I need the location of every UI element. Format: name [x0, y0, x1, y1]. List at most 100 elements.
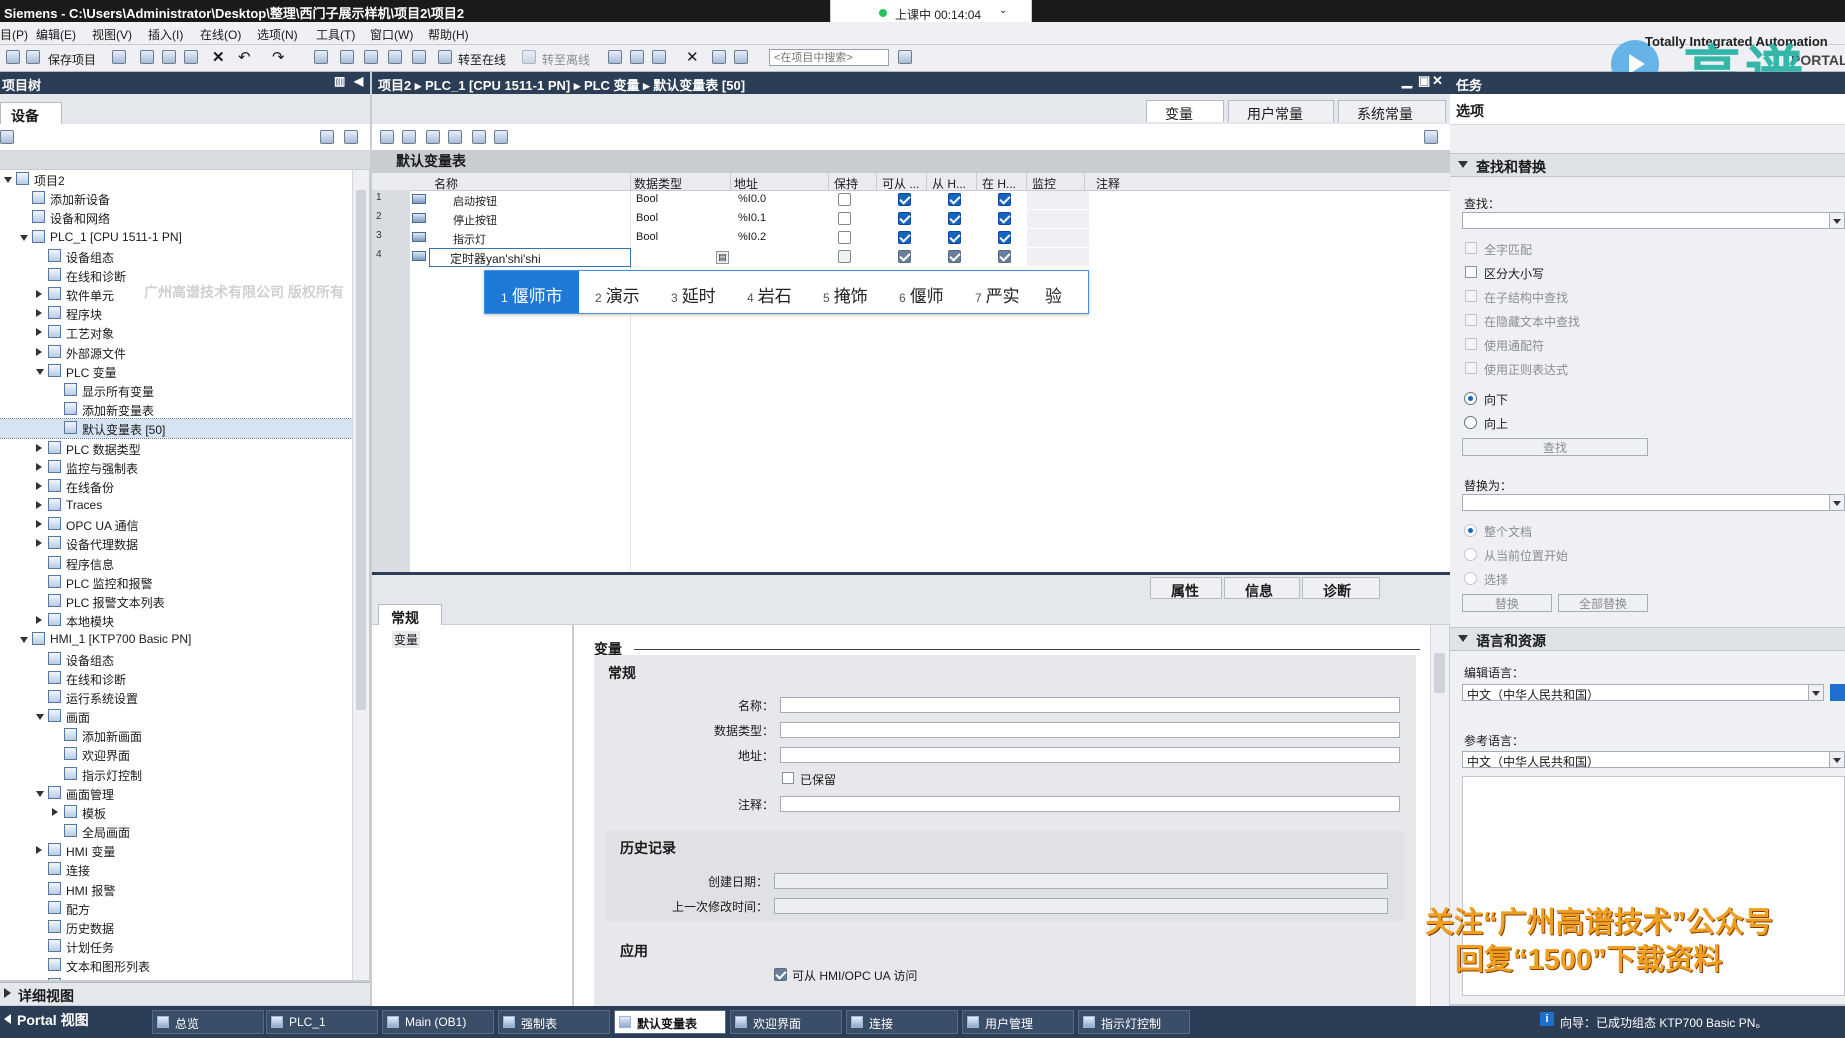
tree-item[interactable]: 显示所有变量 — [0, 381, 352, 400]
split-vertical-icon[interactable] — [734, 50, 748, 64]
upload-icon[interactable] — [364, 50, 378, 64]
monitor-all-icon[interactable] — [472, 130, 486, 144]
collapsed-arrow-icon[interactable] — [36, 846, 42, 855]
taskbar-item[interactable]: PLC_1 — [266, 1010, 378, 1034]
menu-options[interactable]: 选项(N) — [257, 26, 298, 43]
tab-system-constants[interactable]: 系统常量 — [1338, 100, 1446, 122]
row-number[interactable]: 3 — [376, 230, 382, 241]
find-input[interactable] — [1462, 212, 1845, 229]
col-retain[interactable]: 保持 — [834, 175, 858, 192]
col-writable[interactable]: 从 H... — [932, 175, 966, 192]
tree-item[interactable]: 设备和网络 — [0, 208, 352, 227]
visible-checkbox[interactable] — [998, 250, 1011, 263]
new-project-icon[interactable] — [6, 50, 20, 64]
tree-item[interactable]: 指示灯控制 — [0, 765, 352, 784]
ime-candidate[interactable]: 7 严实 — [959, 271, 1035, 313]
tree-item[interactable]: HMI 报警 — [0, 880, 352, 899]
tree-item[interactable]: 模板 — [0, 803, 352, 822]
writable-checkbox[interactable] — [948, 193, 961, 206]
ref-language-dropdown-icon[interactable] — [1829, 752, 1844, 767]
copy-icon[interactable] — [162, 50, 176, 64]
datatype-picker-icon[interactable]: ▤ — [716, 251, 729, 264]
tag-type-cell[interactable]: Bool — [636, 231, 658, 243]
taskbar-item[interactable]: 默认变量表 — [614, 1010, 726, 1034]
portal-view-button[interactable]: Portal 视图 — [4, 1010, 89, 1030]
tree-item[interactable]: 监控与强制表 — [0, 458, 352, 477]
save-project-button[interactable]: 保存项目 — [48, 51, 96, 68]
tab-tags[interactable]: 变量 — [1146, 100, 1224, 122]
tab-info[interactable]: 信息 — [1224, 577, 1300, 599]
tree-item[interactable]: 添加新变量表 — [0, 400, 352, 419]
writable-checkbox[interactable] — [948, 212, 961, 225]
tag-address-cell[interactable]: %I0.1 — [738, 212, 766, 224]
ime-candidate[interactable]: 2 演示 — [579, 271, 655, 313]
tree-item[interactable]: 本地模块 — [0, 611, 352, 630]
tree-item[interactable]: PLC 报警文本列表 — [0, 592, 352, 611]
tab-properties[interactable]: 属性 — [1150, 577, 1222, 599]
import-icon[interactable] — [448, 130, 462, 144]
retain-checkbox[interactable] — [838, 231, 851, 244]
tag-type-cell[interactable]: Bool — [636, 193, 658, 205]
collapsed-arrow-icon[interactable] — [36, 309, 42, 318]
tree-item[interactable]: 添加新设备 — [0, 189, 352, 208]
row-number[interactable]: 4 — [376, 249, 382, 260]
expanded-arrow-icon[interactable] — [36, 790, 44, 797]
col-address[interactable]: 地址 — [734, 175, 758, 192]
cross-reference-icon[interactable] — [630, 50, 644, 64]
tree-item[interactable]: 历史数据 — [0, 918, 352, 937]
menu-project[interactable]: 目(P) — [0, 26, 28, 43]
export-icon[interactable] — [426, 130, 440, 144]
opc-access-checkbox[interactable] — [774, 968, 787, 981]
tree-filter-icon[interactable] — [0, 130, 14, 144]
go-online-button[interactable]: 转至在线 — [458, 51, 506, 68]
expand-detail-icon[interactable] — [4, 988, 11, 998]
print-icon[interactable] — [112, 50, 126, 64]
tree-item[interactable]: PLC_1 [CPU 1511-1 PN] — [0, 228, 352, 247]
tree-item[interactable]: 默认变量表 [50] — [0, 418, 352, 440]
paste-icon[interactable] — [184, 50, 198, 64]
tree-item[interactable]: 画面 — [0, 707, 352, 726]
search-go-icon[interactable] — [898, 50, 912, 64]
ref-language-select[interactable]: 中文（中华人民共和国） — [1462, 751, 1845, 769]
accessible-checkbox[interactable] — [898, 193, 911, 206]
tree-item[interactable]: 设备组态 — [0, 247, 352, 266]
col-name[interactable]: 名称 — [434, 175, 458, 192]
menu-edit[interactable]: 编辑(E) — [36, 26, 76, 43]
tree-item[interactable]: 全局画面 — [0, 822, 352, 841]
tag-type-cell[interactable]: Bool — [636, 212, 658, 224]
retain-checkbox[interactable] — [838, 250, 851, 263]
tree-item[interactable]: 项目2 — [0, 170, 352, 189]
tree-item[interactable]: 画面管理 — [0, 784, 352, 803]
tree-item[interactable]: 工艺对象 — [0, 323, 352, 342]
tree-item[interactable]: HMI 变量 — [0, 841, 352, 860]
row-number[interactable]: 2 — [376, 211, 382, 222]
expanded-arrow-icon[interactable] — [36, 714, 44, 721]
taskbar-item[interactable]: 总览 — [152, 1010, 264, 1034]
taskbar-item[interactable]: 指示灯控制 — [1078, 1010, 1190, 1034]
start-cpu-icon[interactable] — [652, 50, 666, 64]
redo-icon[interactable]: ↷ — [272, 48, 285, 66]
row-number[interactable]: 1 — [376, 192, 382, 203]
delete-icon[interactable]: ✕ — [212, 48, 225, 66]
collapsed-arrow-icon[interactable] — [36, 539, 42, 548]
tree-item[interactable]: 添加新画面 — [0, 726, 352, 745]
taskbar-item[interactable]: 欢迎界面 — [730, 1010, 842, 1034]
tree-item[interactable]: 连接 — [0, 860, 352, 879]
tree-item[interactable]: 配方 — [0, 899, 352, 918]
menu-insert[interactable]: 插入(I) — [148, 26, 183, 43]
visible-checkbox[interactable] — [998, 212, 1011, 225]
add-row-icon[interactable] — [380, 130, 394, 144]
tree-item[interactable]: 计划任务 — [0, 937, 352, 956]
direction-up-radio[interactable] — [1464, 416, 1477, 429]
taskbar-item[interactable]: 强制表 — [498, 1010, 610, 1034]
menu-window[interactable]: 窗口(W) — [370, 26, 413, 43]
collapsed-arrow-icon[interactable] — [36, 443, 42, 452]
edit-language-select[interactable]: 中文（中华人民共和国） — [1462, 684, 1824, 702]
find-dropdown-icon[interactable] — [1829, 213, 1844, 228]
language-resources-section-header[interactable]: 语言和资源 — [1450, 627, 1845, 651]
pin-icon[interactable]: ▥ — [334, 74, 345, 88]
keep-values-icon[interactable] — [494, 130, 508, 144]
download-icon[interactable] — [340, 50, 354, 64]
collapsed-arrow-icon[interactable] — [36, 347, 42, 356]
collapsed-arrow-icon[interactable] — [36, 290, 42, 299]
